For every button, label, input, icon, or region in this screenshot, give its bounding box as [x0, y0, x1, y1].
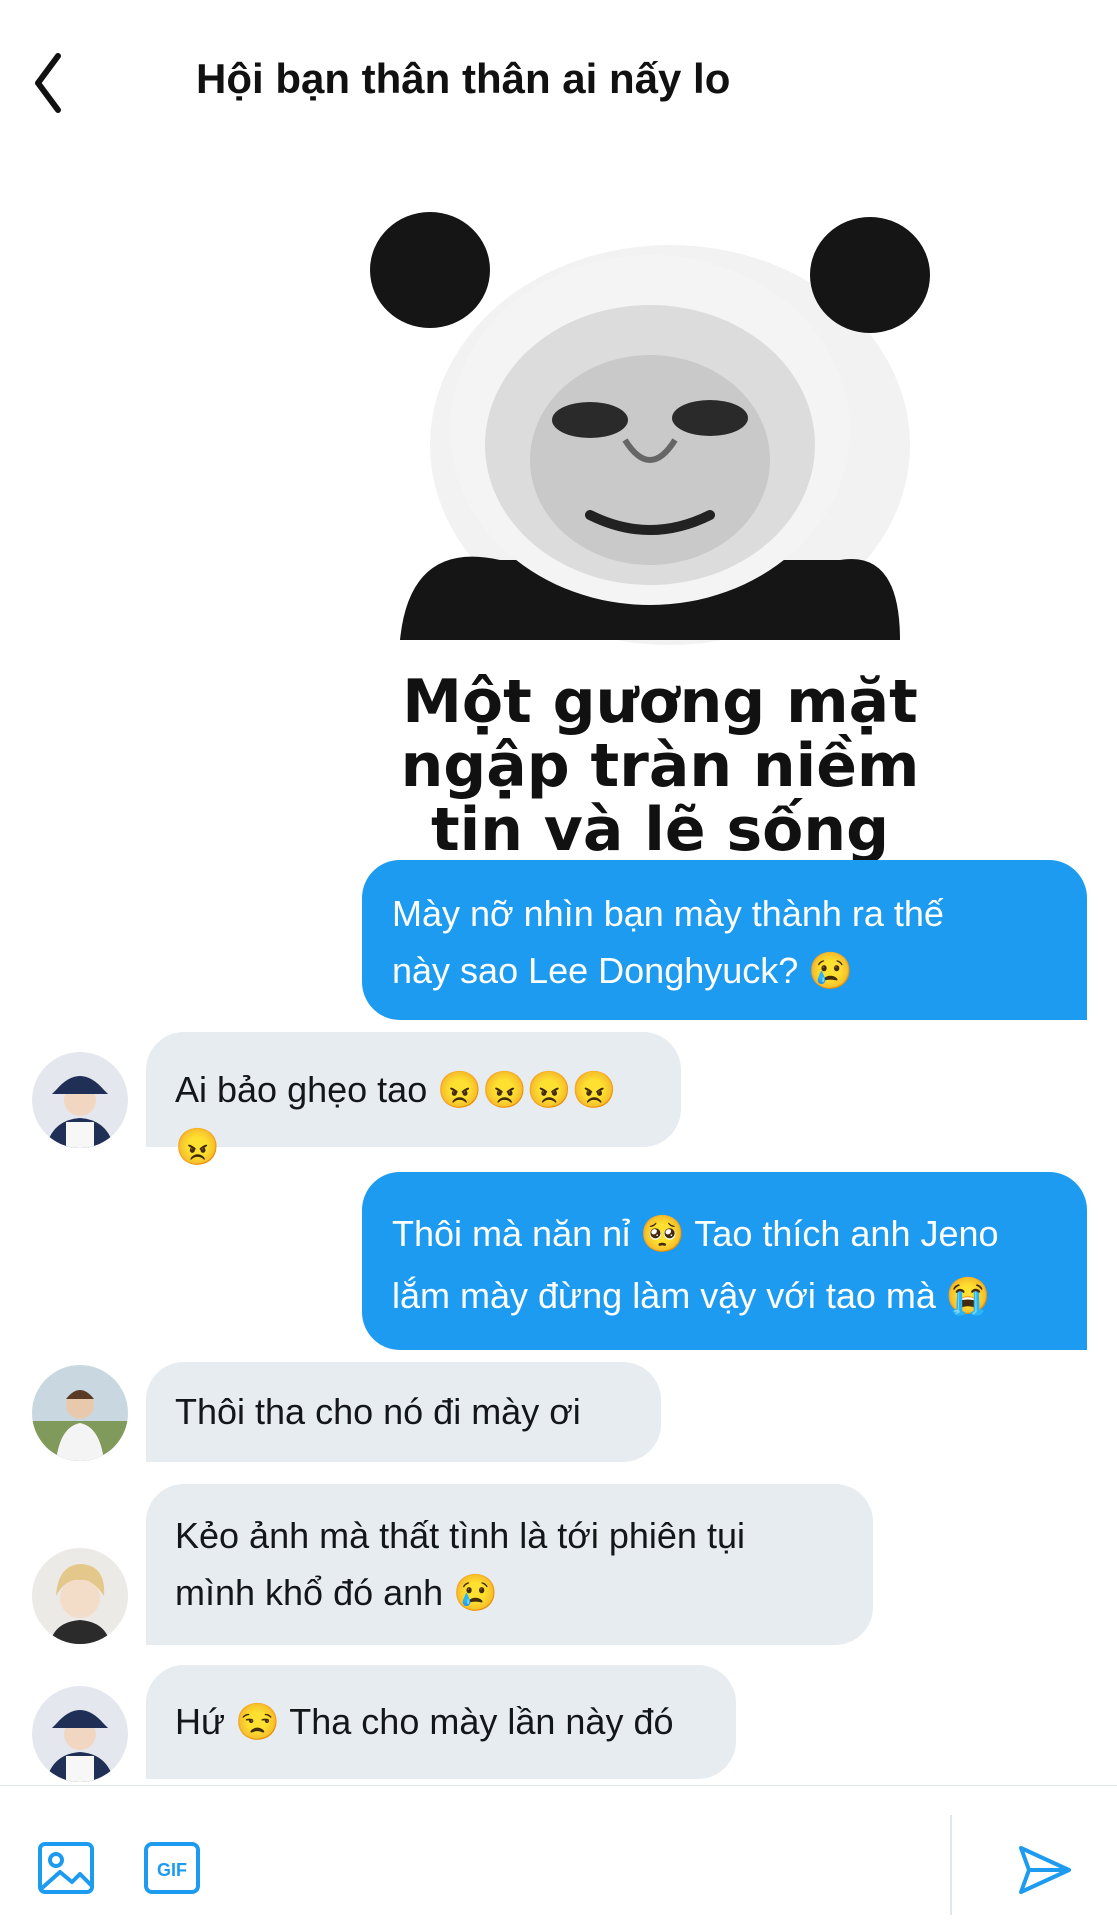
image-icon [38, 1842, 94, 1894]
add-image-button[interactable] [36, 1838, 96, 1898]
avatar[interactable] [32, 1548, 128, 1644]
send-button[interactable] [1015, 1840, 1075, 1900]
message-text-line: Ai bảo ghẹo tao 😠😠😠😠😠 [175, 1069, 617, 1167]
avatar[interactable] [32, 1052, 128, 1148]
meme-caption-line-2: ngập tràn niềm [401, 731, 920, 801]
avatar-bucket-hat-icon [32, 1686, 128, 1782]
message-text-line: mình khổ đó anh 😢 [175, 1572, 499, 1613]
message-bubble-sent[interactable]: Thôi mà năn nỉ 🥺 Tao thích anh Jeno lắm … [362, 1172, 1087, 1350]
panda-meme-picture: Một gương mặt ngập tràn niềm tin và lẽ s… [300, 160, 1020, 865]
message-text-line: này sao Lee Donghyuck? 😢 [392, 950, 854, 991]
message-text-line: Thôi tha cho nó đi mày ơi [175, 1391, 581, 1432]
meme-image-message[interactable]: Một gương mặt ngập tràn niềm tin và lẽ s… [300, 160, 1020, 865]
avatar[interactable] [32, 1686, 128, 1782]
avatar-bucket-hat-icon [32, 1052, 128, 1148]
message-text-line: lắm mày đừng làm vậy với tao mà 😭 [392, 1275, 991, 1316]
message-bubble-received[interactable]: Thôi tha cho nó đi mày ơi [146, 1362, 661, 1462]
message-text-line: Mày nỡ nhìn bạn mày thành ra thế [392, 893, 944, 934]
meme-caption-line-3: tin và lẽ sống [431, 795, 889, 860]
gif-icon: GIF [144, 1842, 200, 1894]
message-text-line: Thôi mà năn nỉ 🥺 Tao thích anh Jeno [392, 1213, 999, 1254]
conversation-header: Hội bạn thân thân ai nấy lo [0, 0, 1117, 150]
message-bubble-received[interactable]: Ai bảo ghẹo tao 😠😠😠😠😠 [146, 1032, 681, 1167]
composer-divider [950, 1815, 952, 1915]
avatar-field-icon [32, 1365, 128, 1461]
message-text-line: Kẻo ảnh mà thất tình là tới phiên tụi [175, 1515, 745, 1556]
chevron-left-icon [35, 53, 61, 113]
message-text-line: Hứ 😒 Tha cho mày lần này đó [175, 1701, 674, 1742]
conversation-title: Hội bạn thân thân ai nấy lo [196, 55, 731, 102]
send-icon [1019, 1846, 1071, 1894]
avatar-blonde-icon [32, 1548, 128, 1644]
message-bubble-received[interactable]: Kẻo ảnh mà thất tình là tới phiên tụi mì… [146, 1484, 873, 1645]
message-bubble-sent[interactable]: Mày nỡ nhìn bạn mày thành ra thế này sao… [362, 860, 1087, 1020]
gif-label: GIF [157, 1860, 187, 1880]
add-gif-button[interactable]: GIF [142, 1838, 202, 1898]
meme-caption-line-1: Một gương mặt [402, 667, 918, 737]
message-bubble-received[interactable]: Hứ 😒 Tha cho mày lần này đó [146, 1665, 736, 1779]
back-button[interactable] [30, 48, 90, 118]
avatar[interactable] [32, 1365, 128, 1461]
